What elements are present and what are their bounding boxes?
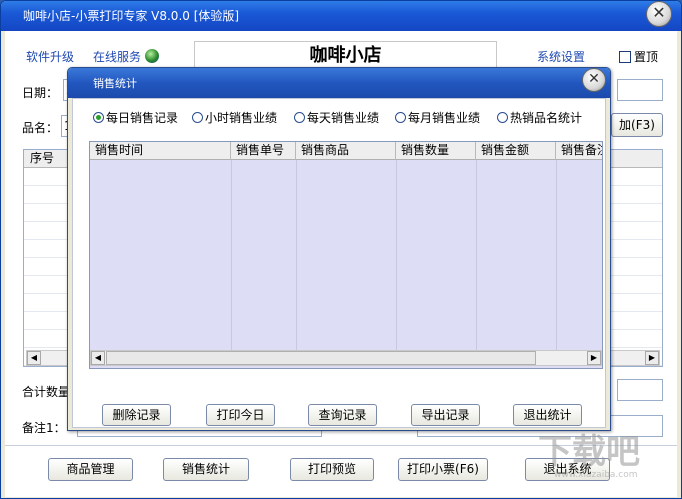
print-receipt-button[interactable]: 打印小票(F6) bbox=[398, 458, 488, 481]
col-divider bbox=[476, 160, 477, 350]
sales-table-hscroll[interactable]: ◀ ▶ bbox=[90, 350, 602, 366]
print-preview-button[interactable]: 打印预览 bbox=[290, 458, 374, 481]
upgrade-link[interactable]: 软件升级 bbox=[26, 48, 74, 65]
scroll-thumb[interactable] bbox=[106, 351, 536, 365]
exit-stats-button[interactable]: 退出统计 bbox=[513, 404, 582, 426]
sales-stats-dialog: 销售统计 ✕ 每日销售记录 小时销售业绩 每天销售业绩 每月销售业绩 热销品名统… bbox=[67, 67, 611, 431]
col-divider bbox=[231, 160, 232, 350]
scroll-right-icon[interactable]: ▶ bbox=[645, 351, 659, 365]
pin-checkbox[interactable]: 置顶 bbox=[619, 48, 658, 65]
total-qty-field[interactable] bbox=[617, 379, 663, 401]
radio-monthly-sales-label: 每月销售业绩 bbox=[408, 111, 481, 125]
dialog-title-bar[interactable]: 销售统计 ✕ bbox=[68, 68, 610, 98]
radio-icon bbox=[497, 112, 508, 123]
total-qty-label: 合计数量 bbox=[22, 385, 71, 399]
product-label: 品名： bbox=[22, 121, 59, 135]
print-today-button[interactable]: 打印今日 bbox=[206, 404, 275, 426]
delete-records-button[interactable]: 删除记录 bbox=[102, 404, 171, 426]
col-sale-time[interactable]: 销售时间 bbox=[90, 142, 231, 160]
watermark-logo: 下载吧 bbox=[538, 432, 640, 472]
dialog-panel: 每日销售记录 小时销售业绩 每天销售业绩 每月销售业绩 热销品名统计 销售时间 … bbox=[72, 98, 606, 428]
add-button[interactable]: 加(F3) bbox=[611, 113, 663, 137]
delete-records-label: 删除记录 bbox=[112, 408, 161, 422]
scroll-left-icon[interactable]: ◀ bbox=[27, 351, 41, 365]
product-manage-label: 商品管理 bbox=[66, 462, 115, 476]
radio-daily-records-label: 每日销售记录 bbox=[106, 111, 179, 125]
product-manage-button[interactable]: 商品管理 bbox=[48, 458, 133, 481]
globe-icon bbox=[144, 49, 159, 63]
col-quantity[interactable]: 销售数量 bbox=[396, 142, 476, 160]
query-records-button[interactable]: 查询记录 bbox=[308, 404, 377, 426]
radio-daily-sales[interactable]: 每天销售业绩 bbox=[294, 109, 379, 126]
main-window: 咖啡小店-小票打印专家 V8.0.0 [体验版] ✕ 软件升级 在线服务 咖啡小… bbox=[0, 0, 682, 499]
col-note[interactable]: 销售备注 bbox=[556, 142, 602, 160]
radio-hourly-sales-label: 小时销售业绩 bbox=[205, 111, 278, 125]
radio-icon bbox=[294, 112, 305, 123]
col-divider bbox=[296, 160, 297, 350]
radio-hourly-sales[interactable]: 小时销售业绩 bbox=[192, 109, 277, 126]
scroll-right-icon[interactable]: ▶ bbox=[587, 351, 601, 365]
sales-table-header: 销售时间 销售单号 销售商品 销售数量 销售金额 销售备注 bbox=[90, 142, 602, 160]
add-button-label: 加(F3) bbox=[619, 118, 655, 132]
dialog-title: 销售统计 bbox=[93, 77, 137, 90]
print-preview-label: 打印预览 bbox=[307, 462, 356, 476]
scroll-left-icon[interactable]: ◀ bbox=[91, 351, 105, 365]
col-divider bbox=[396, 160, 397, 350]
radio-daily-records[interactable]: 每日销售记录 bbox=[93, 109, 178, 126]
radio-icon bbox=[395, 112, 406, 123]
window-title: 咖啡小店-小票打印专家 V8.0.0 [体验版] bbox=[23, 9, 240, 23]
sales-table[interactable]: 销售时间 销售单号 销售商品 销售数量 销售金额 销售备注 ◀ ▶ bbox=[89, 141, 603, 369]
close-icon[interactable]: ✕ bbox=[646, 1, 672, 27]
col-amount[interactable]: 销售金额 bbox=[476, 142, 556, 160]
export-records-label: 导出记录 bbox=[421, 408, 470, 422]
col-index: 序号 bbox=[30, 151, 55, 165]
online-service-link[interactable]: 在线服务 bbox=[93, 48, 159, 65]
settings-link[interactable]: 系统设置 bbox=[537, 48, 585, 65]
query-records-label: 查询记录 bbox=[318, 408, 367, 422]
watermark: 下载吧 www.xiazaiba.com bbox=[538, 434, 640, 480]
date-label: 日期： bbox=[22, 86, 59, 100]
dialog-close-icon[interactable]: ✕ bbox=[582, 68, 606, 92]
sales-stats-label: 销售统计 bbox=[181, 462, 230, 476]
radio-daily-sales-label: 每天销售业绩 bbox=[307, 111, 380, 125]
radio-hot-products-label: 热销品名统计 bbox=[510, 111, 583, 125]
pin-label: 置顶 bbox=[634, 50, 659, 64]
note1-label: 备注1： bbox=[22, 421, 66, 435]
print-receipt-label: 打印小票(F6) bbox=[407, 462, 479, 476]
col-product[interactable]: 销售商品 bbox=[296, 142, 396, 160]
radio-selected-icon bbox=[93, 112, 104, 123]
radio-monthly-sales[interactable]: 每月销售业绩 bbox=[395, 109, 480, 126]
radio-hot-products[interactable]: 热销品名统计 bbox=[497, 109, 582, 126]
checkbox-icon bbox=[619, 51, 631, 63]
radio-icon bbox=[192, 112, 203, 123]
print-today-label: 打印今日 bbox=[216, 408, 265, 422]
col-order-no[interactable]: 销售单号 bbox=[231, 142, 296, 160]
sales-stats-button[interactable]: 销售统计 bbox=[163, 458, 249, 481]
right-top-field[interactable] bbox=[617, 79, 663, 101]
exit-stats-label: 退出统计 bbox=[523, 408, 572, 422]
col-divider bbox=[556, 160, 557, 350]
title-bar[interactable]: 咖啡小店-小票打印专家 V8.0.0 [体验版] ✕ bbox=[1, 1, 681, 31]
export-records-button[interactable]: 导出记录 bbox=[411, 404, 480, 426]
online-service-label: 在线服务 bbox=[93, 50, 142, 64]
watermark-url: www.xiazaiba.com bbox=[554, 470, 638, 480]
